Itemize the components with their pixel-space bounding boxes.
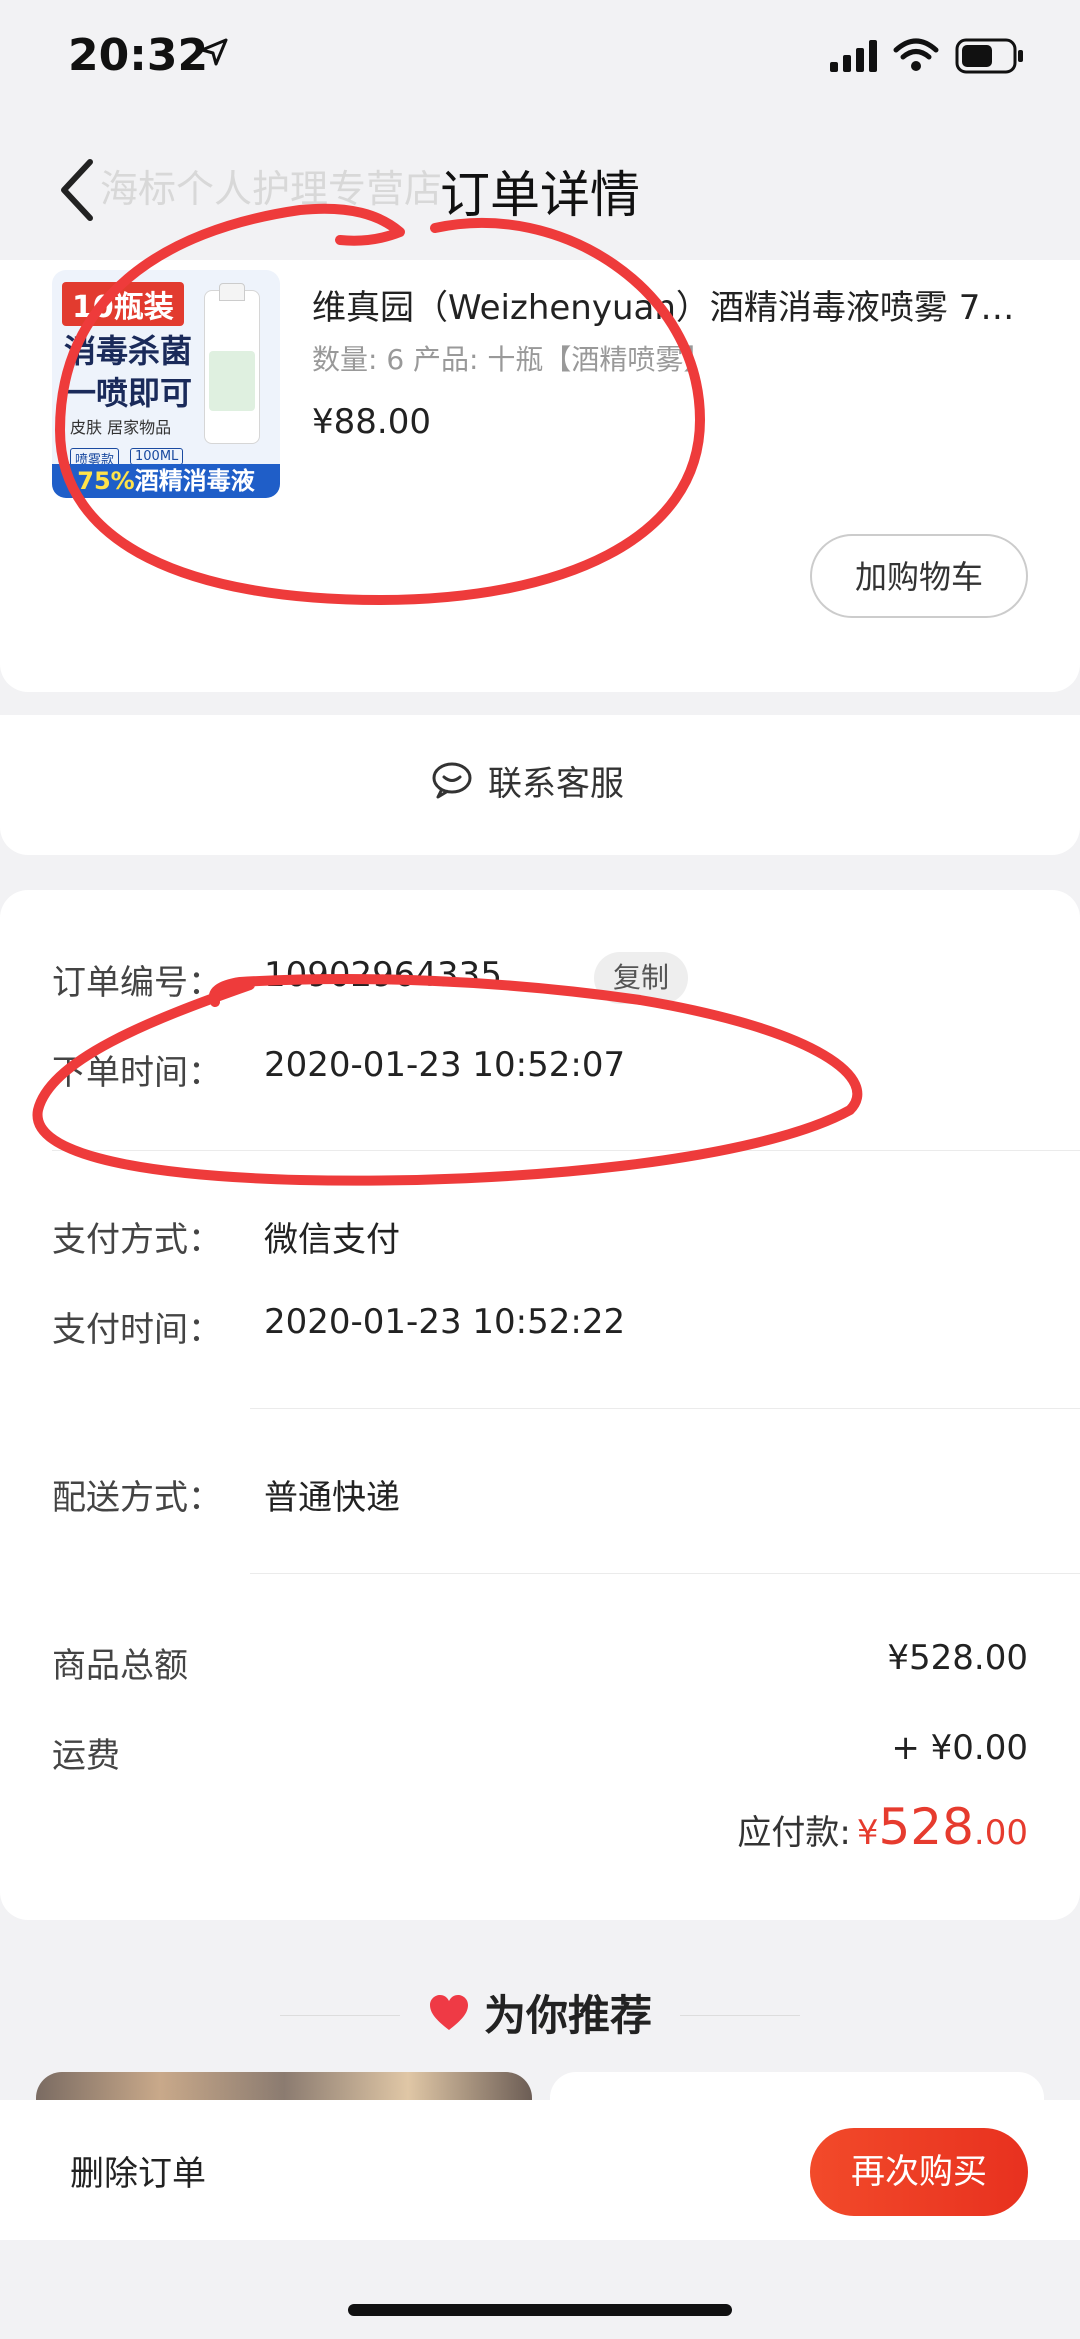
status-time: 20:32 <box>68 30 209 81</box>
image-tag: 10瓶装 <box>62 282 184 326</box>
delivery-label: 配送方式： <box>52 1478 222 1518</box>
contact-service-label: 联系客服 <box>488 763 624 804</box>
buy-again-button[interactable]: 再次购买 <box>810 2128 1028 2216</box>
recommend-title: 为你推荐 <box>0 1982 1080 2043</box>
image-band-text: 酒精消毒液 <box>134 467 255 495</box>
wifi-icon <box>893 38 939 71</box>
goods-total-value: ¥528.00 <box>887 1638 1028 1678</box>
location-arrow-icon <box>200 38 228 66</box>
contact-service-button[interactable]: 联系客服 <box>430 750 624 810</box>
product-image[interactable]: 10瓶装 消毒杀菌 一喷即可 皮肤 居家物品 喷雾款 100ML 75%酒精消毒… <box>52 270 280 498</box>
divider <box>250 1408 1080 1409</box>
payable-currency: ¥ <box>856 1813 879 1853</box>
delivery-value: 普通快递 <box>264 1478 400 1518</box>
home-indicator-area <box>0 2240 1080 2339</box>
product-price: ¥88.00 <box>312 402 431 442</box>
payable-decimal: .00 <box>973 1813 1028 1853</box>
order-time-value: 2020-01-23 10:52:07 <box>264 1045 626 1085</box>
image-line: 皮肤 居家物品 <box>70 418 172 437</box>
add-to-cart-button[interactable]: 加购物车 <box>810 534 1028 618</box>
cellular-signal-icon <box>830 40 877 72</box>
shipping-label: 运费 <box>52 1736 120 1776</box>
image-chip: 100ML <box>130 448 184 465</box>
pay-time-value: 2020-01-23 10:52:22 <box>264 1302 626 1342</box>
chat-bubble-icon <box>432 762 472 799</box>
delete-order-button[interactable]: 删除订单 <box>70 2146 206 2195</box>
image-band: 75%酒精消毒液 <box>52 464 280 498</box>
heart-icon <box>429 1994 468 2030</box>
order-number-label: 订单编号： <box>52 963 222 1003</box>
goods-total-label: 商品总额 <box>52 1646 188 1686</box>
image-line: 消毒杀菌 <box>64 332 193 370</box>
order-time-label: 下单时间： <box>52 1053 222 1093</box>
pay-time-label: 支付时间： <box>52 1310 222 1350</box>
image-line: 一喷即可 <box>64 374 193 412</box>
page-title: 订单详情 <box>440 166 640 224</box>
bottle-graphic <box>204 283 260 444</box>
payable-amount: 528 <box>878 1798 974 1856</box>
pay-method-value: 微信支付 <box>264 1220 400 1260</box>
payable-row: 应付款: ¥ 528 .00 <box>737 1798 1028 1856</box>
copy-button[interactable]: 复制 <box>594 952 688 1004</box>
battery-icon <box>955 38 1023 74</box>
divider <box>250 1573 1080 1574</box>
divider <box>52 1150 1080 1151</box>
image-band-percent: 75% <box>77 467 135 495</box>
pay-method-label: 支付方式： <box>52 1220 222 1260</box>
recommend-label: 为你推荐 <box>483 1991 652 2040</box>
product-name[interactable]: 维真园（Weizhenyuan）酒精消毒液喷雾 75... <box>312 280 1032 329</box>
payable-label: 应付款: <box>737 1813 851 1853</box>
product-spec: 数量: 6 产品: 十瓶【酒精喷雾】 <box>312 343 712 376</box>
shipping-value: + ¥0.00 <box>891 1728 1028 1768</box>
order-number-value: 10902964335 <box>264 955 502 995</box>
home-indicator <box>348 2304 732 2316</box>
